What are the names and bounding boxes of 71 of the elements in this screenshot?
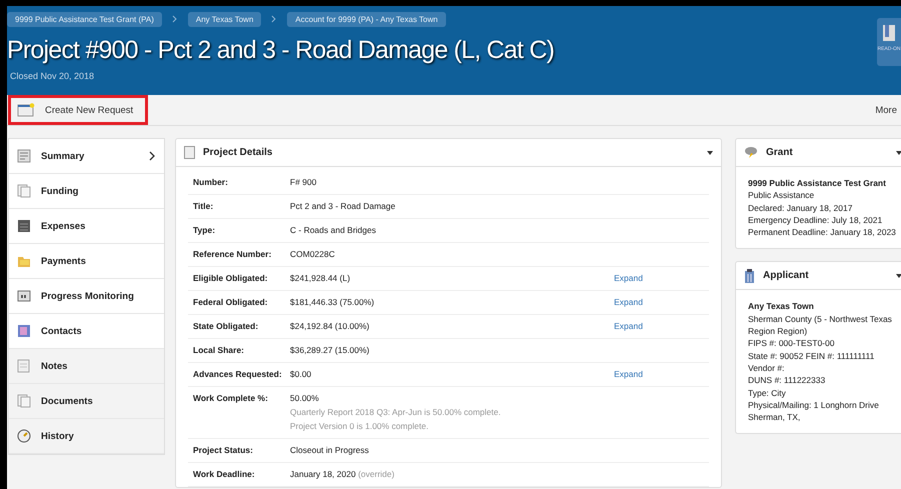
panel-title: Applicant	[763, 270, 809, 282]
field-label: Advances Requested:	[193, 369, 283, 380]
field-label: Local Share:	[193, 345, 246, 356]
field-label: Work Complete %:	[193, 393, 269, 404]
closed-date: Closed Nov 20, 2018	[9, 71, 96, 81]
field-label: Project Status:	[193, 445, 254, 456]
field-label: Work Deadline:	[193, 469, 256, 480]
field-label: Title:	[193, 201, 214, 212]
caret-icon[interactable]	[896, 274, 901, 278]
grant-name: 9999 Public Assistance Test Grant	[748, 177, 887, 190]
applicant-detail: FIPS #: 000-TEST0-00	[748, 337, 836, 350]
list-icon	[17, 149, 31, 163]
storm-cloud-icon	[744, 146, 758, 159]
field-value: January 18, 2020 (override)	[290, 469, 396, 480]
panel-title: Project Details	[203, 147, 272, 158]
field-label: Eligible Obligated:	[193, 273, 269, 284]
expand-link[interactable]: Expand	[614, 369, 643, 379]
panel-title: Grant	[766, 147, 793, 158]
applicant-detail: Vendor #:	[748, 362, 786, 374]
documents-icon	[17, 184, 31, 198]
field-label: Federal Obligated:	[193, 297, 269, 308]
expand-link[interactable]: Expand	[614, 297, 643, 307]
field-note: Project Version 0 is 1.00% complete.	[290, 421, 430, 432]
field-value: $181,446.33 (75.00%)	[290, 297, 376, 308]
breadcrumb-link[interactable]: 9999 Public Assistance Test Grant (PA)	[7, 12, 162, 26]
field-label: Number:	[193, 177, 229, 188]
field-label: State Obligated:	[193, 321, 260, 332]
breadcrumb-link[interactable]: Any Texas Town	[188, 12, 262, 26]
field-label: Reference Number:	[193, 249, 272, 260]
field-value: $24,192.84 (10.00%)	[290, 321, 370, 332]
new-window-icon	[17, 103, 35, 117]
grant-detail: Emergency Deadline: July 18, 2021	[748, 214, 884, 226]
field-value: C - Roads and Bridges	[290, 225, 377, 236]
breadcrumb-link[interactable]: Account for 9999 (PA) - Any Texas Town	[287, 12, 446, 26]
documents-icon	[17, 394, 31, 408]
expand-link[interactable]: Expand	[614, 273, 643, 283]
film-icon	[17, 289, 31, 303]
address-book-icon	[17, 324, 31, 338]
field-value: COM0228C	[290, 249, 336, 260]
field-value: Closeout in Progress	[290, 445, 370, 456]
building-icon	[744, 268, 755, 283]
more-menu[interactable]: More	[875, 104, 901, 116]
field-note: Quarterly Report 2018 Q3: Apr-Jun is 50.00% complete.	[290, 407, 502, 418]
applicant-detail: Sherman, TX,	[748, 411, 802, 424]
document-icon	[184, 146, 195, 159]
applicant-detail: Type: City	[748, 386, 787, 399]
expand-link[interactable]: Expand	[614, 321, 643, 331]
applicant-name: Any Texas Town	[748, 300, 815, 313]
caret-icon[interactable]	[896, 150, 901, 154]
caret-icon[interactable]	[707, 150, 713, 154]
applicant-detail: Physical/Mailing: 1 Longhorn Drive	[748, 398, 880, 412]
project-title: Project #900 - Pct 2 and 3 - Road Damage (L, Cat C)	[7, 36, 554, 65]
applicant-detail: Sherman County (5 - Northwest Texas Region Region)	[748, 312, 893, 338]
grant-detail: Permanent Deadline: January 18, 2023	[748, 226, 897, 238]
grant-detail: Public Assistance	[748, 189, 816, 202]
grant-detail: Declared: January 18, 2017	[748, 202, 854, 214]
note-icon	[17, 359, 31, 373]
calculator-icon	[17, 219, 31, 233]
field-value: $36,289.27 (15.00%)	[290, 345, 370, 356]
clock-icon	[17, 429, 31, 443]
book-icon	[882, 24, 896, 42]
field-value: Pct 2 and 3 - Road Damage	[290, 201, 396, 212]
folder-icon	[17, 254, 31, 268]
field-value: F# 900	[290, 177, 318, 188]
create-request-button[interactable]: Create New Request	[8, 95, 148, 125]
field-value: $0.00	[290, 369, 312, 380]
field-value: $241,928.44 (L)	[290, 273, 352, 284]
applicant-detail: State #: 90052 FEIN #: 111111111	[748, 350, 876, 362]
applicant-detail: DUNS #: 111222333	[748, 374, 826, 387]
field-label: Type:	[193, 225, 216, 236]
field-value: 50.00%	[290, 393, 320, 404]
